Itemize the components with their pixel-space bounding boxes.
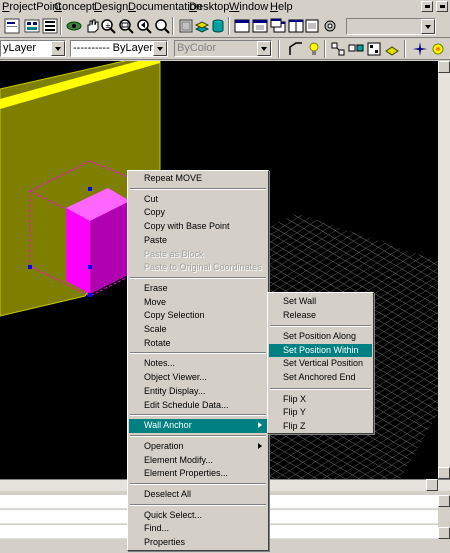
zoom-window-icon[interactable] (118, 18, 134, 34)
menu-item-paste[interactable]: Paste (144, 234, 266, 248)
cmd-scroll-down-icon[interactable] (438, 527, 450, 539)
menu-item-find[interactable]: Find... (144, 522, 266, 536)
layer-state-icon[interactable] (194, 18, 210, 34)
menu-item-element-modify[interactable]: Element Modify... (144, 454, 266, 468)
menu-window[interactable]: Window (229, 1, 268, 13)
submenu-arrow-icon (258, 442, 262, 449)
toolbar-extra-icon[interactable] (304, 18, 320, 34)
menu-desktop[interactable]: Desktop (189, 1, 229, 13)
menu-item-cut[interactable]: Cut (144, 193, 266, 207)
window-new-icon[interactable] (252, 18, 268, 34)
menu-item-rotate[interactable]: Rotate (144, 337, 266, 351)
menu-item-entity-display[interactable]: Entity Display... (144, 385, 266, 399)
eye-icon[interactable] (66, 18, 82, 34)
menu-item-operation[interactable]: Operation (144, 440, 266, 454)
scroll-down-icon[interactable] (438, 467, 450, 479)
menu-projectpoint[interactable]: ProjectPoint (2, 1, 61, 13)
render-icon[interactable] (430, 41, 446, 57)
menu-item-flip-y[interactable]: Flip Y (283, 406, 371, 420)
menu-item-quick-select[interactable]: Quick Select... (144, 509, 266, 523)
menu-item-scale[interactable]: Scale (144, 323, 266, 337)
minimize-icon[interactable] (421, 1, 433, 12)
standard-toolbar: ± (0, 14, 450, 38)
menu-bar: ProjectPoint Concept Design Documentatio… (0, 0, 450, 14)
layer-combo[interactable]: yLayer (0, 40, 66, 57)
menu-item-set-position-within[interactable]: Set Position Within (283, 344, 371, 358)
linetype-combo-value: ---------- ByLayer (73, 42, 154, 54)
color-combo[interactable]: ByColor (174, 40, 272, 57)
command-icon[interactable] (4, 18, 20, 34)
cmd-scroll-up-icon[interactable] (438, 495, 450, 507)
menu-item-notes[interactable]: Notes... (144, 357, 266, 371)
window-tile-icon[interactable] (288, 18, 304, 34)
menu-separator (130, 503, 266, 506)
gear-icon[interactable] (322, 18, 338, 34)
menu-separator (130, 483, 266, 485)
scroll-up-icon[interactable] (438, 61, 450, 73)
svg-text:±: ± (105, 22, 111, 30)
zoom-previous-icon[interactable] (136, 18, 152, 34)
layer-combo-value: yLayer (3, 42, 37, 54)
submenu-arrow-icon (258, 422, 262, 429)
wall-tool-icon[interactable] (330, 41, 346, 57)
menu-item-deselect-all[interactable]: Deselect All (144, 488, 266, 502)
menu-item-paste-as-block[interactable]: Paste as Block (144, 248, 266, 262)
menu-item-paste-to-original-coordinates[interactable]: Paste to Original Coordinates (144, 261, 266, 275)
menu-help[interactable]: Help (270, 1, 293, 13)
projectpoint-icon[interactable] (24, 18, 40, 34)
menu-item-copy[interactable]: Copy (144, 206, 266, 220)
menu-item-wall-anchor[interactable]: Wall Anchor (144, 419, 266, 433)
menu-item-move[interactable]: Move (144, 296, 266, 310)
menu-item-edit-schedule-data[interactable]: Edit Schedule Data... (144, 399, 266, 413)
vertical-scrollbar[interactable] (438, 61, 450, 479)
menu-item-copy-selection[interactable]: Copy Selection (144, 309, 266, 323)
linetype-combo[interactable]: ---------- ByLayer (70, 40, 168, 57)
menu-concept[interactable]: Concept (54, 1, 95, 13)
menu-item-set-position-along[interactable]: Set Position Along (283, 330, 371, 344)
menu-separator (130, 414, 266, 417)
context-menu: Repeat MOVE Cut Copy Copy with Base Point Pa… (127, 170, 269, 551)
view-combo[interactable] (346, 18, 436, 35)
menu-separator (130, 434, 266, 437)
menu-separator (130, 276, 266, 279)
color-combo-value: ByColor (177, 42, 217, 54)
polyline-icon[interactable] (288, 41, 304, 57)
menu-separator (130, 187, 266, 190)
zoom-extents-icon[interactable] (154, 18, 170, 34)
menu-separator (270, 387, 371, 390)
group-tool-icon[interactable] (348, 41, 364, 57)
menu-item-flip-x[interactable]: Flip X (283, 393, 371, 407)
snap-icon[interactable] (412, 41, 428, 57)
menu-item-erase[interactable]: Erase (144, 282, 266, 296)
zoom-realtime-icon[interactable]: ± (100, 18, 116, 34)
menu-item-set-anchored-end[interactable]: Set Anchored End (283, 371, 371, 385)
mdi-icon[interactable] (234, 18, 250, 34)
restore-icon[interactable] (436, 1, 448, 12)
menu-separator (270, 325, 371, 328)
properties-icon[interactable] (42, 18, 58, 34)
menu-item-element-properties[interactable]: Element Properties... (144, 467, 266, 481)
menu-item-repeat-move[interactable]: Repeat MOVE (144, 172, 266, 186)
layout-tool-icon[interactable] (366, 41, 382, 57)
menu-item-set-vertical-position[interactable]: Set Vertical Position (283, 357, 371, 371)
menu-item-object-viewer[interactable]: Object Viewer... (144, 371, 266, 385)
menu-item-set-wall[interactable]: Set Wall (283, 295, 371, 309)
database-icon[interactable] (210, 18, 226, 34)
menu-separator (130, 352, 266, 355)
menu-item-flip-z[interactable]: Flip Z (283, 420, 371, 434)
menu-item-properties[interactable]: Properties (144, 536, 266, 550)
menu-design[interactable]: Design (94, 1, 128, 13)
elevation-tool-icon[interactable] (384, 41, 400, 57)
light-bulb-icon[interactable] (306, 41, 322, 57)
menu-item-copy-with-base-point[interactable]: Copy with Base Point (144, 220, 266, 234)
layer-manager-icon[interactable] (178, 18, 194, 34)
wall-anchor-submenu: Set Wall Release Set Position Along Set Pos… (267, 292, 374, 434)
window-cascade-icon[interactable] (270, 18, 286, 34)
menu-item-release[interactable]: Release (283, 309, 371, 323)
scroll-right-icon[interactable] (426, 479, 438, 491)
properties-toolbar: yLayer ---------- ByLayer ByColor (0, 38, 450, 60)
pan-icon[interactable] (84, 18, 100, 34)
